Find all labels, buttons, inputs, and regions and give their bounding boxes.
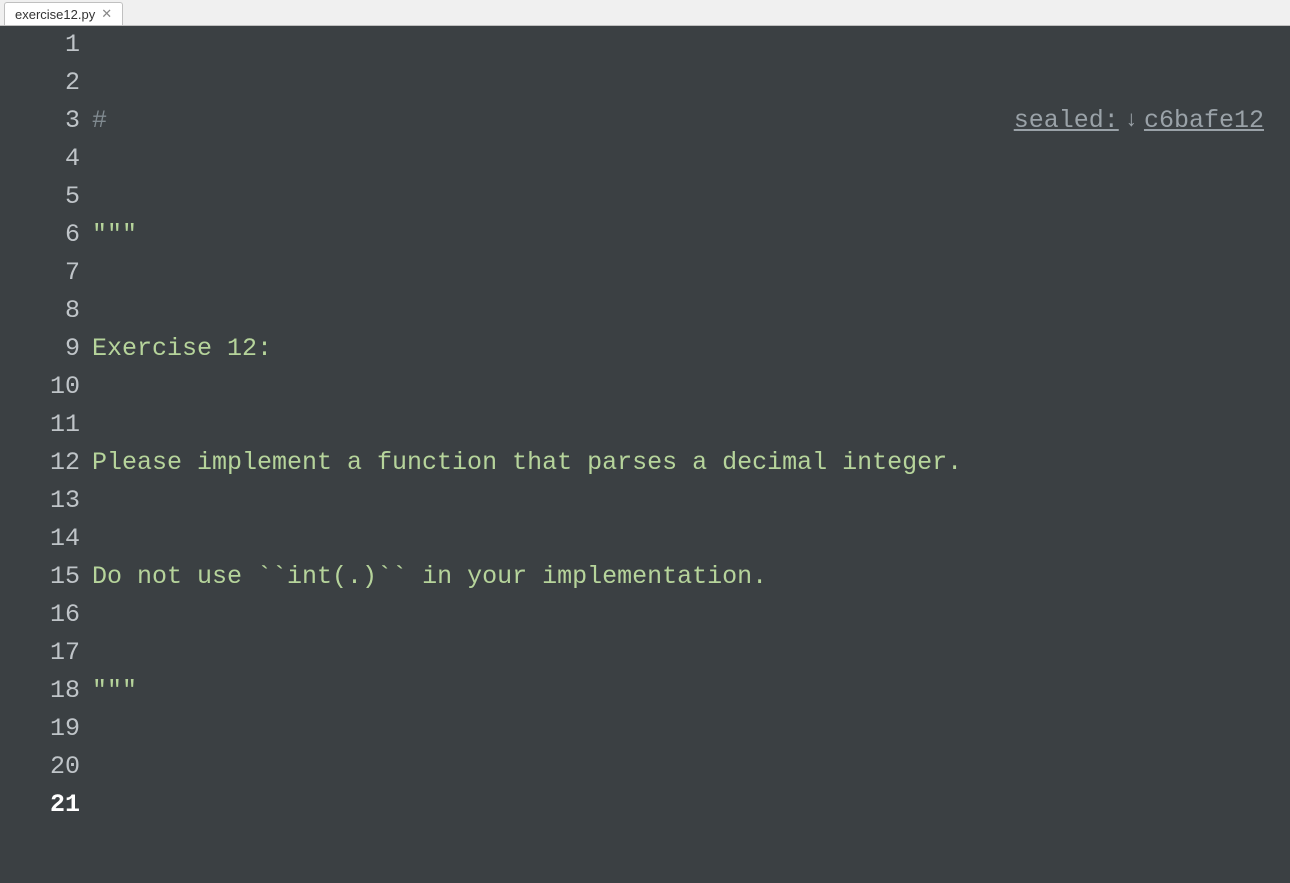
line-number: 11 xyxy=(8,406,80,444)
line-number: 5 xyxy=(8,178,80,216)
code-line[interactable]: """ xyxy=(92,672,1272,710)
string-token: """ xyxy=(92,216,137,254)
line-number: 20 xyxy=(8,748,80,786)
arrow-down-icon: ↓ xyxy=(1125,102,1138,140)
string-token: """ xyxy=(92,672,137,710)
line-number: 9 xyxy=(8,330,80,368)
code-editor[interactable]: 1 2 3 4 5 6 7 8 9 10 11 12 13 14 15 16 1… xyxy=(0,26,1290,883)
string-token: Exercise 12: xyxy=(92,330,272,368)
line-number: 19 xyxy=(8,710,80,748)
string-token: int(.) xyxy=(287,558,377,596)
sealed-hash: c6bafe12 xyxy=(1144,102,1264,140)
line-number: 16 xyxy=(8,596,80,634)
sealed-badge-top[interactable]: sealed:↓c6bafe12 xyxy=(1014,102,1272,140)
line-number: 2 xyxy=(8,64,80,102)
tab-filename: exercise12.py xyxy=(15,7,95,22)
close-icon[interactable]: ✕ xyxy=(101,7,112,20)
line-number: 13 xyxy=(8,482,80,520)
code-line[interactable] xyxy=(92,786,1272,824)
code-area[interactable]: # sealed:↓c6bafe12 """ Exercise 12: Pleas… xyxy=(92,26,1290,883)
file-tab[interactable]: exercise12.py ✕ xyxy=(4,2,123,25)
string-token: Do not use `` xyxy=(92,558,287,596)
string-token: `` in your implementation. xyxy=(377,558,767,596)
code-line[interactable]: """ xyxy=(92,216,1272,254)
line-number: 4 xyxy=(8,140,80,178)
line-number-gutter: 1 2 3 4 5 6 7 8 9 10 11 12 13 14 15 16 1… xyxy=(0,26,92,883)
line-number: 6 xyxy=(8,216,80,254)
line-number: 7 xyxy=(8,254,80,292)
code-line[interactable]: Do not use ``int(.)`` in your implementa… xyxy=(92,558,1272,596)
line-number: 8 xyxy=(8,292,80,330)
code-line[interactable]: Exercise 12: xyxy=(92,330,1272,368)
string-token: Please implement a function that parses … xyxy=(92,444,962,482)
line-number: 17 xyxy=(8,634,80,672)
line-number: 15 xyxy=(8,558,80,596)
line-number: 21 xyxy=(8,786,80,824)
comment-token: # xyxy=(92,102,107,140)
code-line[interactable]: Please implement a function that parses … xyxy=(92,444,1272,482)
line-number: 14 xyxy=(8,520,80,558)
sealed-label: sealed: xyxy=(1014,102,1119,140)
line-number: 10 xyxy=(8,368,80,406)
line-number: 1 xyxy=(8,26,80,64)
code-line[interactable]: # sealed:↓c6bafe12 xyxy=(92,102,1272,140)
line-number: 3 xyxy=(8,102,80,140)
line-number: 12 xyxy=(8,444,80,482)
tab-bar: exercise12.py ✕ xyxy=(0,0,1290,26)
line-number: 18 xyxy=(8,672,80,710)
